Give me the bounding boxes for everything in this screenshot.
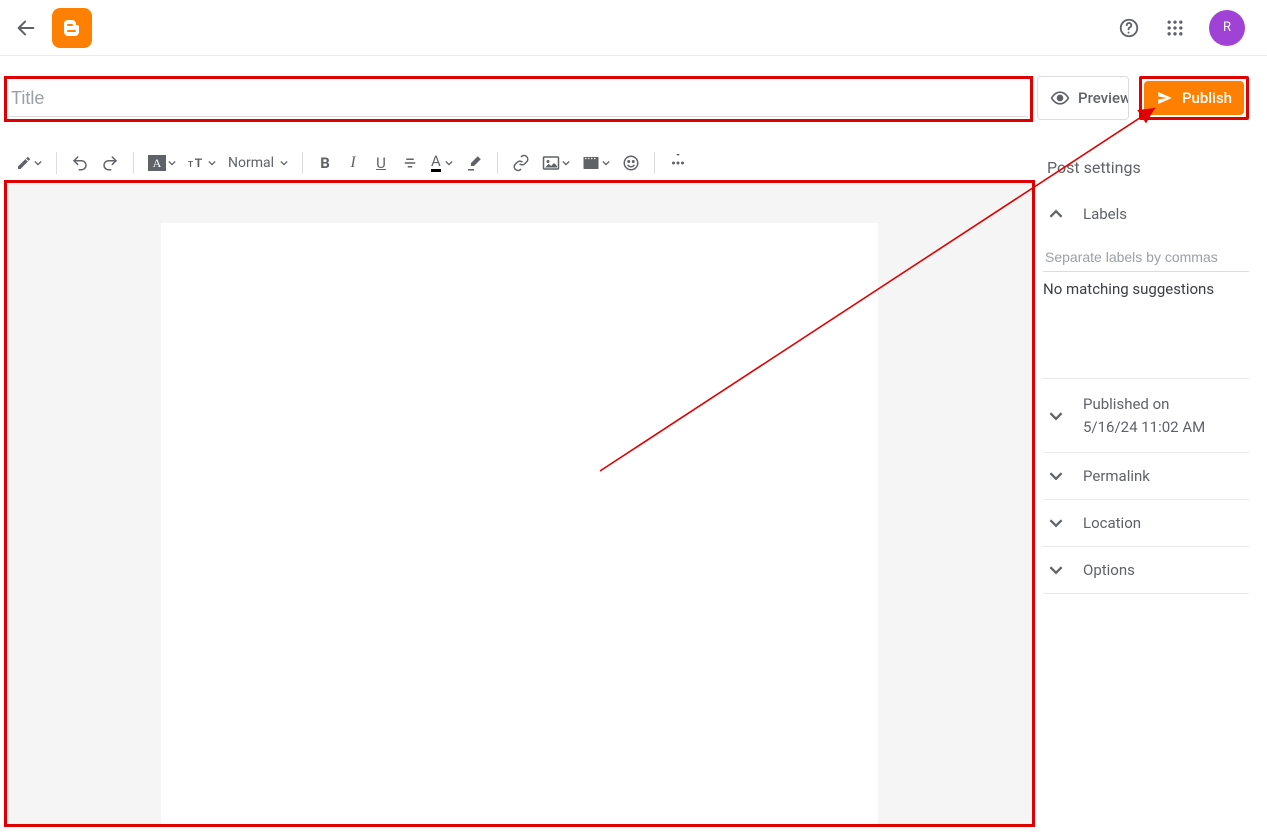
more-options-button[interactable] — [665, 149, 691, 177]
labels-no-match-text: No matching suggestions — [1043, 272, 1249, 298]
paragraph-style-button[interactable]: Normal — [224, 149, 292, 177]
permalink-label: Permalink — [1083, 467, 1150, 485]
editor-canvas-highlight-box — [4, 180, 1035, 827]
apps-grid-icon[interactable] — [1163, 16, 1187, 40]
chevron-up-icon — [1045, 207, 1067, 221]
preview-button-group: Preview — [1037, 76, 1129, 120]
labels-label: Labels — [1083, 205, 1127, 223]
chevron-down-icon — [1045, 563, 1067, 577]
insert-image-button[interactable] — [538, 149, 574, 177]
toolbar-separator — [497, 152, 498, 174]
svg-text:T: T — [195, 156, 203, 170]
preview-label: Preview — [1078, 89, 1129, 107]
chevron-down-icon — [1045, 469, 1067, 483]
toolbar-separator — [654, 152, 655, 174]
compose-mode-button[interactable] — [12, 149, 46, 177]
post-settings-heading: Post settings — [1043, 150, 1249, 191]
location-section[interactable]: Location — [1043, 500, 1249, 547]
options-label: Options — [1083, 561, 1135, 579]
publish-highlight-box: Publish — [1139, 76, 1249, 120]
paragraph-style-label: Normal — [228, 155, 274, 171]
location-label: Location — [1083, 514, 1141, 532]
insert-video-button[interactable] — [578, 149, 614, 177]
send-icon — [1156, 89, 1174, 107]
published-on-label: Published on — [1083, 393, 1205, 416]
toolbar-separator — [133, 152, 134, 174]
published-on-date: 5/16/24 11:02 AM — [1083, 416, 1205, 439]
svg-text:T: T — [188, 160, 193, 169]
publish-label: Publish — [1182, 89, 1232, 107]
highlight-button[interactable] — [461, 149, 487, 177]
post-title-input[interactable] — [9, 81, 1028, 117]
publish-button[interactable]: Publish — [1144, 81, 1244, 115]
published-on-section[interactable]: Published on 5/16/24 11:02 AM — [1043, 379, 1249, 453]
blogger-logo-icon[interactable] — [52, 8, 92, 48]
options-section[interactable]: Options — [1043, 547, 1249, 594]
toolbar-separator — [56, 152, 57, 174]
editor-content-area[interactable] — [161, 223, 879, 827]
title-highlight-box — [4, 76, 1033, 122]
preview-button[interactable]: Preview — [1038, 77, 1129, 119]
help-icon[interactable] — [1117, 16, 1141, 40]
bold-button[interactable]: B — [313, 149, 337, 177]
toolbar-separator — [302, 152, 303, 174]
undo-button[interactable] — [67, 149, 93, 177]
underline-button[interactable]: U — [369, 149, 393, 177]
text-color-button[interactable]: A — [427, 149, 457, 177]
insert-link-button[interactable] — [508, 149, 534, 177]
back-arrow-icon[interactable] — [14, 16, 38, 40]
labels-input[interactable] — [1043, 243, 1249, 272]
redo-button[interactable] — [97, 149, 123, 177]
insert-emoji-button[interactable] — [618, 149, 644, 177]
editor-toolbar: A TT Normal B I U — [0, 146, 1037, 180]
permalink-section[interactable]: Permalink — [1043, 453, 1249, 500]
avatar[interactable]: R — [1209, 10, 1245, 46]
font-family-button[interactable]: A — [144, 149, 180, 177]
labels-section-toggle[interactable]: Labels — [1043, 191, 1249, 237]
top-bar: R — [0, 0, 1267, 56]
eye-icon — [1050, 88, 1070, 108]
chevron-down-icon — [1045, 409, 1067, 423]
font-size-button[interactable]: TT — [184, 149, 220, 177]
italic-button[interactable]: I — [341, 149, 365, 177]
chevron-down-icon — [1045, 516, 1067, 530]
strikethrough-button[interactable] — [397, 149, 423, 177]
avatar-initial: R — [1223, 20, 1231, 35]
